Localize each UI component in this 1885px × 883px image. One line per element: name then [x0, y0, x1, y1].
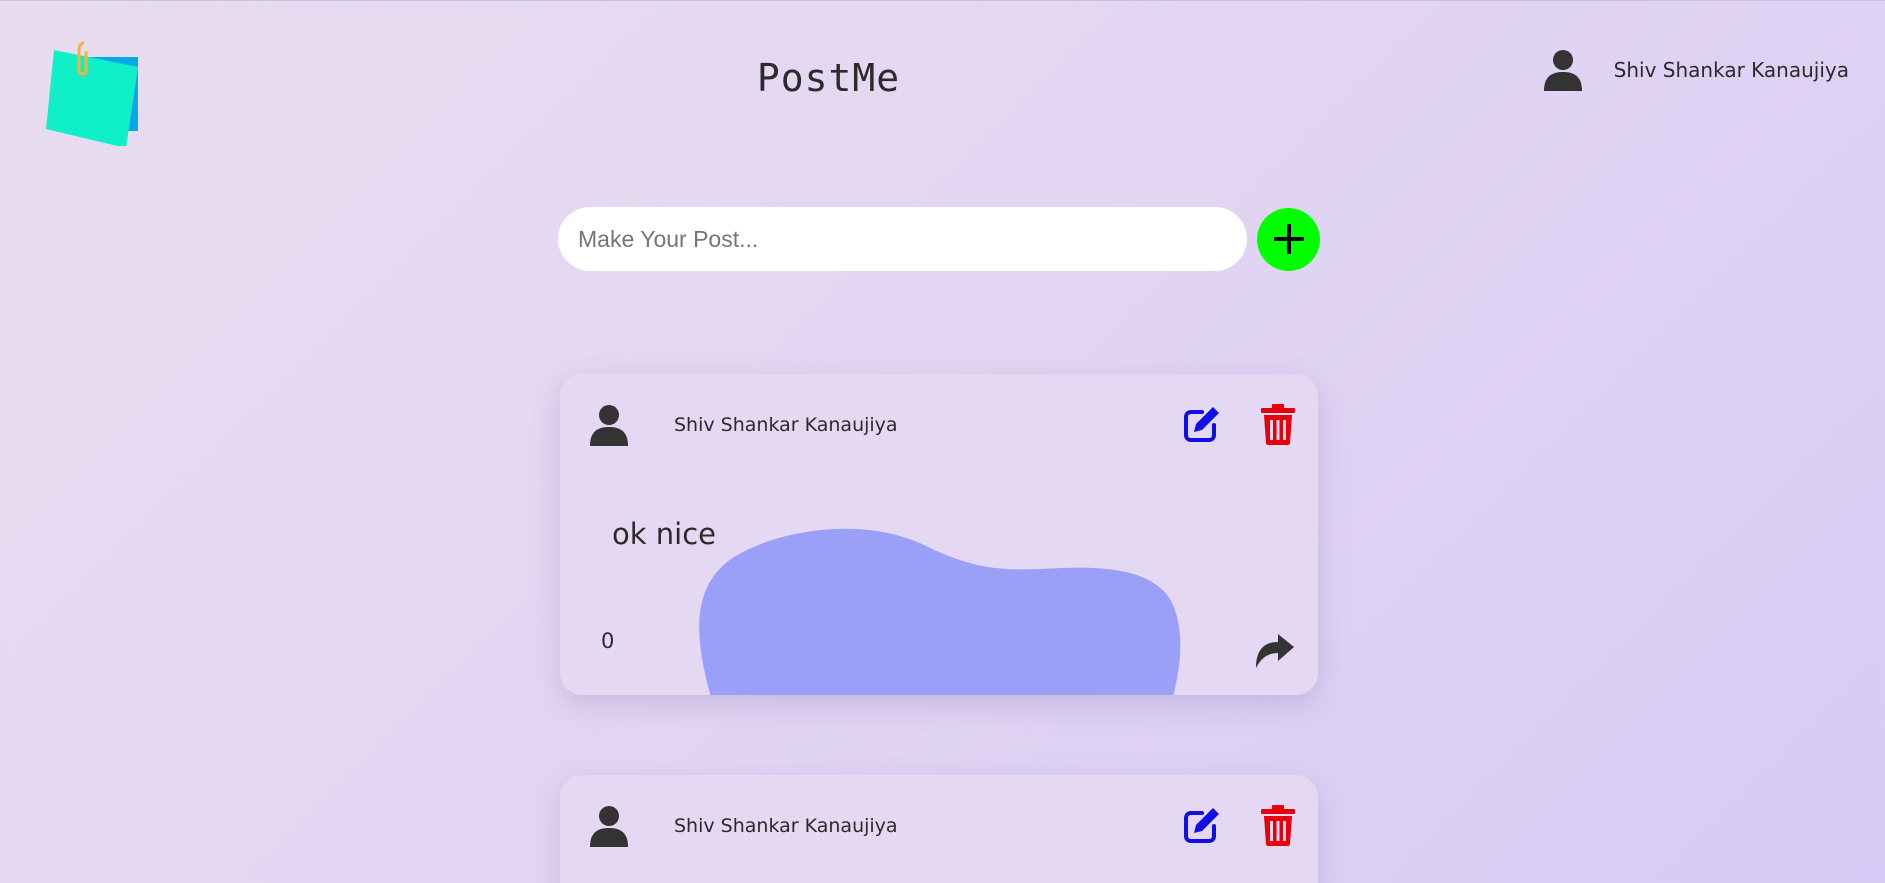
post-actions — [1182, 804, 1298, 846]
post-actions — [1182, 403, 1298, 445]
app-title: PostMe — [756, 56, 901, 100]
post-author: Shiv Shankar Kanaujiya — [674, 414, 898, 436]
user-icon — [590, 806, 628, 847]
post-composer — [558, 207, 1320, 271]
add-post-button[interactable] — [1257, 207, 1320, 271]
post-input[interactable] — [558, 207, 1247, 271]
user-name: Shiv Shankar Kanaujiya — [1613, 58, 1849, 82]
like-count: 0 — [601, 629, 615, 653]
user-menu[interactable]: Shiv Shankar Kanaujiya — [1542, 49, 1849, 91]
trash-icon — [1261, 404, 1295, 445]
share-icon — [1256, 634, 1294, 668]
post-card: Shiv Shankar Kanaujiya ok nice 0 — [560, 374, 1318, 695]
user-icon — [1543, 50, 1582, 91]
share-button[interactable] — [1254, 632, 1296, 672]
post-header: Shiv Shankar Kanaujiya — [588, 404, 898, 446]
plus-icon — [1273, 224, 1304, 254]
post-header: Shiv Shankar Kanaujiya — [588, 805, 898, 847]
delete-button[interactable] — [1258, 804, 1298, 846]
post-author: Shiv Shankar Kanaujiya — [674, 815, 898, 837]
edit-button[interactable] — [1182, 403, 1222, 445]
delete-button[interactable] — [1258, 403, 1298, 445]
decorative-blob — [699, 528, 1181, 695]
post-content: ok nice — [612, 517, 716, 551]
edit-icon — [1184, 808, 1219, 843]
user-icon — [590, 405, 628, 446]
post-card: Shiv Shankar Kanaujiya — [560, 775, 1318, 883]
trash-icon — [1261, 805, 1295, 846]
edit-button[interactable] — [1182, 804, 1222, 846]
edit-icon — [1184, 407, 1219, 442]
